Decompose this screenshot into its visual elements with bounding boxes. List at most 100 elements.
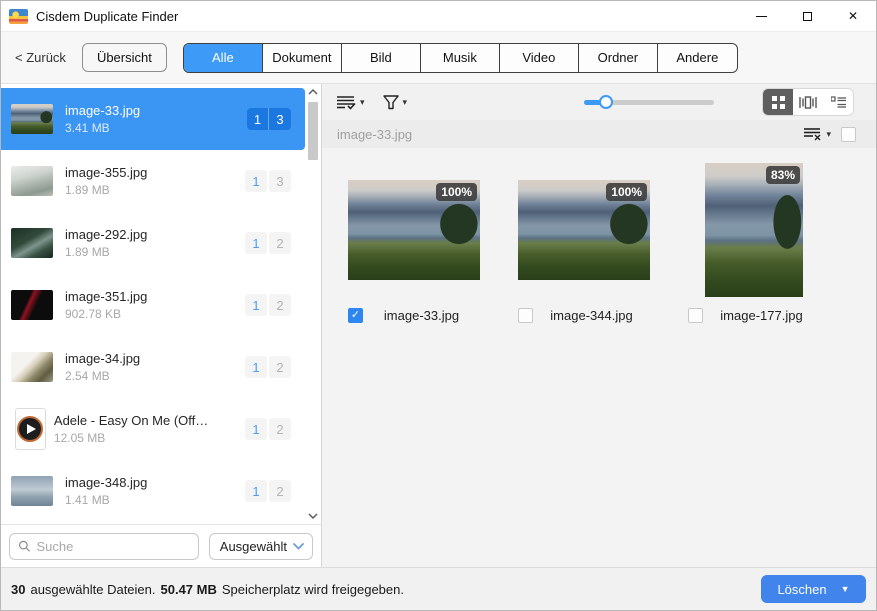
delete-dropdown-icon[interactable]: ▼ <box>841 584 850 594</box>
grid-view-icon <box>772 96 785 109</box>
audio-file-icon <box>15 408 46 450</box>
preview-panel: ▾ ▾ <box>321 84 876 567</box>
file-name: image-34.jpg <box>65 351 140 366</box>
file-name: Adele - Easy On Me (Officia... <box>54 413 209 428</box>
tab-bild[interactable]: Bild <box>342 44 421 72</box>
list-item[interactable]: Adele - Easy On Me (Officia... 12.05 MB … <box>1 398 305 460</box>
file-card[interactable]: 100% ✓ image-344.jpg <box>518 160 650 567</box>
back-button[interactable]: < Zurück <box>15 50 66 65</box>
group-header: image-33.jpg ▾ ✓ <box>322 120 876 148</box>
deselect-lines-icon <box>804 127 822 141</box>
file-size: 2.54 MB <box>65 369 140 383</box>
list-view-icon <box>831 96 846 109</box>
tab-ordner[interactable]: Ordner <box>579 44 658 72</box>
file-size: 12.05 MB <box>54 431 209 445</box>
grid-view-button[interactable] <box>763 89 793 115</box>
sidebar-footer: Ausgewählt <box>1 524 321 567</box>
tab-video[interactable]: Video <box>500 44 579 72</box>
tab-andere[interactable]: Andere <box>658 44 737 72</box>
caret-down-icon: ▾ <box>403 97 408 108</box>
tab-dokument[interactable]: Dokument <box>263 44 342 72</box>
list-item[interactable]: image-292.jpg 1.89 MB 1 2 <box>1 212 305 274</box>
file-card[interactable]: 100% ✓ image-33.jpg <box>348 160 480 567</box>
freed-space-size: 50.47 MB <box>161 582 217 597</box>
file-thumbnail <box>11 166 53 196</box>
file-size: 1.89 MB <box>65 183 147 197</box>
image-preview[interactable]: 100% <box>518 180 650 280</box>
sort-check-icon <box>337 95 356 110</box>
total-count: 3 <box>269 108 291 130</box>
selected-files-count: 30 <box>11 582 25 597</box>
list-view-button[interactable] <box>823 89 853 115</box>
search-icon <box>18 539 31 553</box>
file-name: image-348.jpg <box>65 475 147 490</box>
image-preview[interactable]: 83% <box>705 163 803 297</box>
total-count: 3 <box>269 170 291 192</box>
tab-musik[interactable]: Musik <box>421 44 500 72</box>
funnel-icon <box>383 95 399 110</box>
slider-handle[interactable] <box>599 95 613 109</box>
list-item[interactable]: image-351.jpg 902.78 KB 1 2 <box>1 274 305 336</box>
compare-view-button[interactable] <box>793 89 823 115</box>
list-item[interactable]: image-33.jpg 3.41 MB 1 3 <box>1 88 305 150</box>
sidebar-scrollbar[interactable] <box>305 84 321 524</box>
delete-button[interactable]: Löschen ▼ <box>761 575 866 603</box>
count-badge: 1 2 <box>245 418 291 440</box>
scroll-up-icon[interactable] <box>307 86 319 98</box>
list-item[interactable]: image-348.jpg 1.41 MB 1 2 <box>1 460 305 522</box>
overview-button[interactable]: Übersicht <box>82 43 167 72</box>
group-title: image-33.jpg <box>337 127 412 142</box>
group-select-all-checkbox[interactable]: ✓ <box>841 127 856 142</box>
thumbnail-size-slider[interactable] <box>584 95 714 109</box>
filter-dropdown[interactable]: Ausgewählt <box>209 533 313 560</box>
selected-count: 1 <box>247 108 269 130</box>
file-thumbnail <box>11 352 53 382</box>
file-name: image-177.jpg <box>703 308 820 323</box>
group-select-menu-button[interactable]: ▾ <box>804 127 831 141</box>
file-name: image-344.jpg <box>533 308 650 323</box>
duplicate-files-grid: 100% ✓ image-33.jpg 100% ✓ <box>322 148 876 567</box>
selected-count: 1 <box>245 170 267 192</box>
scroll-down-icon[interactable] <box>307 510 319 522</box>
selected-count: 1 <box>245 480 267 502</box>
minimize-button[interactable] <box>738 1 784 31</box>
file-thumbnail <box>11 290 53 320</box>
count-badge: 1 2 <box>245 232 291 254</box>
list-item[interactable]: image-34.jpg 2.54 MB 1 2 <box>1 336 305 398</box>
total-count: 2 <box>269 356 291 378</box>
filter-menu-button[interactable]: ▾ <box>383 95 408 110</box>
search-input[interactable] <box>37 539 190 554</box>
sidebar-scroll-area: image-33.jpg 3.41 MB 1 3 image-355.jpg 1… <box>1 84 321 524</box>
total-count: 2 <box>269 480 291 502</box>
image-preview[interactable]: 100% <box>348 180 480 280</box>
file-name: image-292.jpg <box>65 227 147 242</box>
scrollbar-thumb[interactable] <box>308 102 318 160</box>
selected-count: 1 <box>245 232 267 254</box>
list-item[interactable]: image-355.jpg 1.89 MB 1 3 <box>1 150 305 212</box>
duplicate-group-list: image-33.jpg 3.41 MB 1 3 image-355.jpg 1… <box>1 84 305 524</box>
close-button[interactable]: ✕ <box>830 1 876 31</box>
titlebar: Cisdem Duplicate Finder ✕ <box>1 1 876 31</box>
count-badge: 1 3 <box>247 108 291 130</box>
maximize-button[interactable] <box>784 1 830 31</box>
count-badge: 1 2 <box>245 294 291 316</box>
selected-count: 1 <box>245 356 267 378</box>
count-badge: 1 2 <box>245 356 291 378</box>
selected-count: 1 <box>245 418 267 440</box>
sort-menu-button[interactable]: ▾ <box>337 95 365 110</box>
file-size: 902.78 KB <box>65 307 147 321</box>
file-name: image-33.jpg <box>65 103 140 118</box>
similarity-badge: 100% <box>606 183 647 201</box>
search-box[interactable] <box>9 533 199 560</box>
app-window: Cisdem Duplicate Finder ✕ < Zurück Übers… <box>0 0 877 611</box>
file-card[interactable]: 83% ✓ image-177.jpg <box>688 160 820 567</box>
file-checkbox[interactable]: ✓ <box>688 308 703 323</box>
total-count: 2 <box>269 294 291 316</box>
toolbar: < Zurück Übersicht Alle Dokument Bild Mu… <box>1 31 876 84</box>
count-badge: 1 2 <box>245 480 291 502</box>
minimize-icon <box>756 16 767 17</box>
tab-alle[interactable]: Alle <box>184 44 263 72</box>
file-checkbox[interactable]: ✓ <box>348 308 363 323</box>
file-checkbox[interactable]: ✓ <box>518 308 533 323</box>
maximize-icon <box>803 12 812 21</box>
